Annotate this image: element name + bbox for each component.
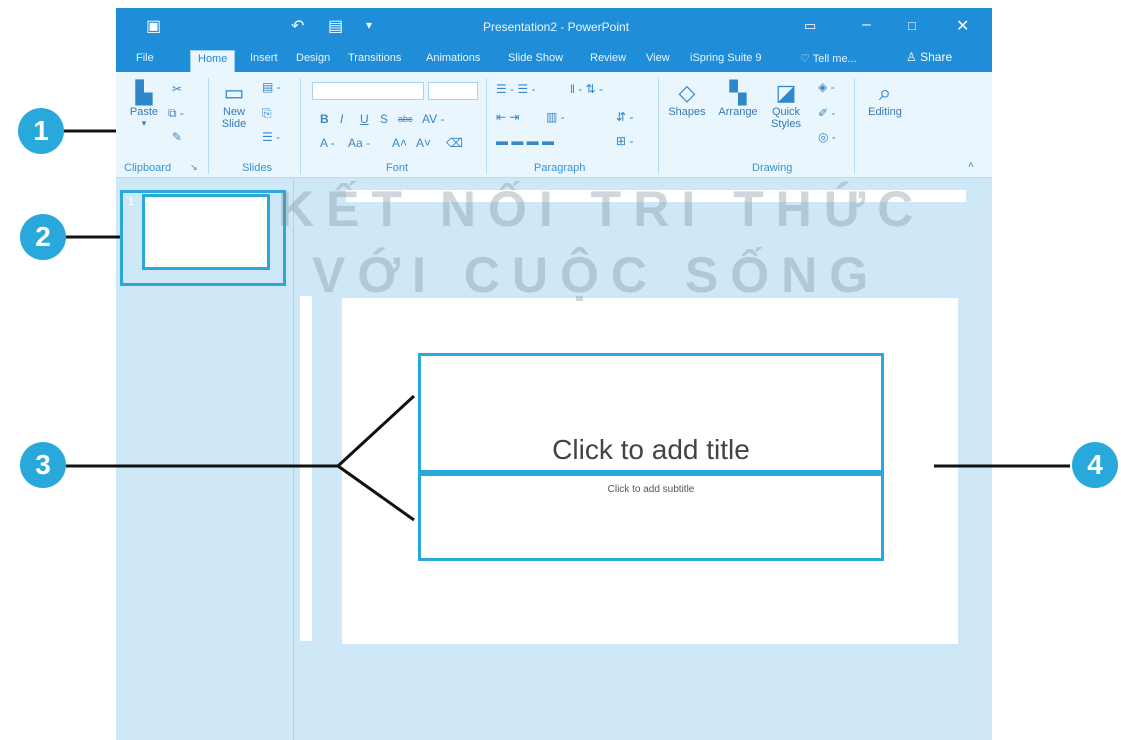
stage: ▣ ↶ ▤ ▾ Presentation2 - PowerPoint ▭ – □… bbox=[0, 0, 1121, 740]
callout-3: 3 bbox=[20, 442, 66, 488]
callout-lines bbox=[64, 129, 1070, 522]
callout-4: 4 bbox=[1072, 442, 1118, 488]
callout-line-3b bbox=[337, 464, 415, 522]
callout-2: 2 bbox=[20, 214, 66, 260]
callout-1: 1 bbox=[18, 108, 64, 154]
callout-line-3a bbox=[336, 394, 416, 468]
